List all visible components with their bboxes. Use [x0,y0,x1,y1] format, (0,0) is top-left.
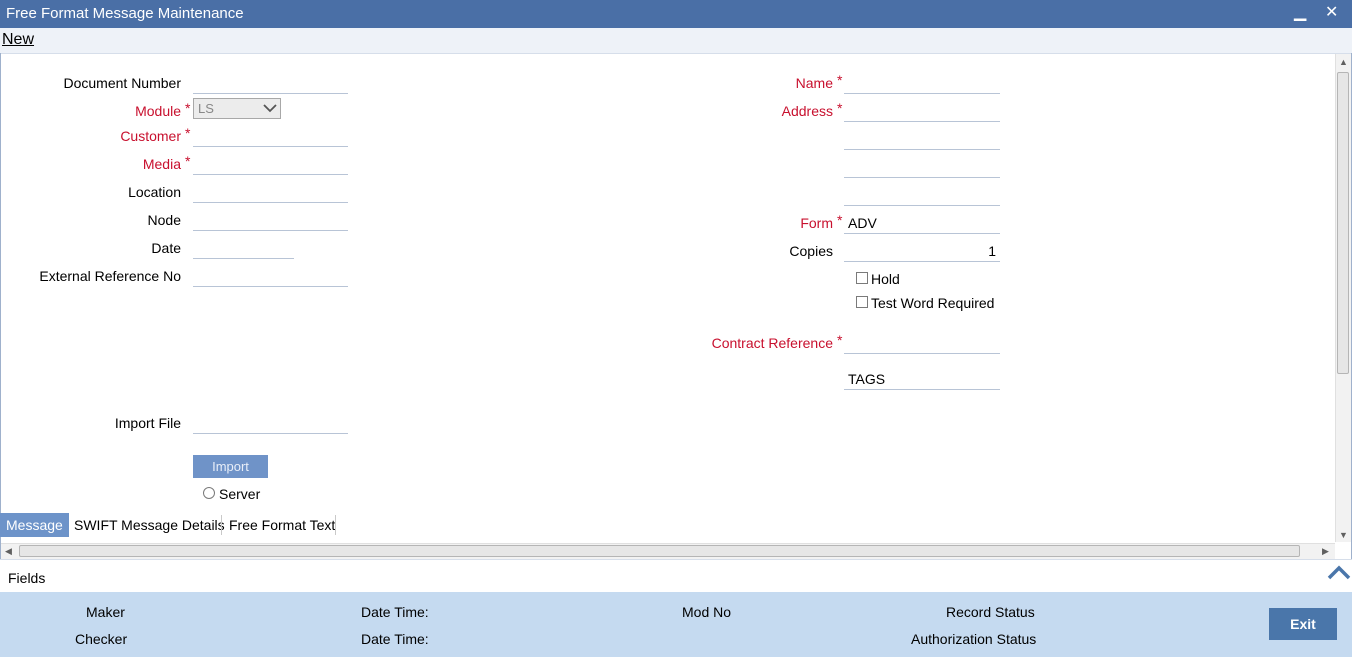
tab-swift-message-details[interactable]: SWIFT Message Details [68,513,231,537]
contract-reference-label: Contract Reference [711,335,833,351]
media-label: Media [142,156,181,172]
fields-label[interactable]: Fields [8,570,45,586]
close-icon[interactable]: ✕ [1325,2,1338,22]
scroll-down-icon[interactable]: ▼ [1339,530,1348,540]
contract-reference-input[interactable] [844,332,1000,354]
import-file-input[interactable] [193,412,348,434]
exit-button[interactable]: Exit [1269,608,1337,640]
chevron-up-icon[interactable] [1327,564,1351,580]
tab-divider [221,515,222,535]
maker-date-time-label: Date Time: [361,604,429,620]
chevron-down-icon [263,104,277,113]
address-line-2[interactable] [844,128,1000,150]
checker-label: Checker [75,631,128,647]
form-required-mark: * [837,212,843,228]
node-label: Node [147,212,181,228]
hold-checkbox[interactable] [856,272,868,284]
location-input[interactable] [193,181,348,203]
module-required-mark: * [185,100,191,116]
import-file-label: Import File [114,415,181,431]
vertical-scroll-thumb[interactable] [1337,72,1349,374]
hold-label: Hold [871,271,900,287]
location-label: Location [128,184,181,200]
checker-date-time-label: Date Time: [361,631,429,647]
audit-footer: Maker Checker Date Time: Date Time: Mod … [0,592,1352,657]
module-label: Module [135,103,181,119]
test-word-checkbox[interactable] [856,296,868,308]
tab-free-format-text[interactable]: Free Format Text [223,513,341,537]
contract-reference-required-mark: * [837,332,843,348]
node-input[interactable] [193,209,348,231]
external-reference-input[interactable] [193,265,348,287]
test-word-label: Test Word Required [871,295,995,311]
module-select-value: LS [198,101,214,116]
address-line-1[interactable] [844,100,1000,122]
server-label: Server [219,486,261,502]
server-radio[interactable] [203,487,215,499]
import-button[interactable]: Import [193,455,268,478]
address-line-4[interactable] [844,184,1000,206]
fields-bar: Fields [0,559,1352,593]
scroll-left-icon[interactable]: ◀ [5,546,12,557]
external-reference-label: External Reference No [39,268,181,284]
document-number-input[interactable] [193,72,348,94]
media-input[interactable] [193,153,348,175]
form-input[interactable] [844,212,1000,234]
record-status-label: Record Status [946,604,1035,620]
new-link[interactable]: New [2,31,34,49]
date-input[interactable] [193,237,294,259]
customer-label: Customer [120,128,181,144]
media-required-mark: * [185,153,191,169]
window-title: Free Format Message Maintenance [6,5,244,22]
tab-message[interactable]: Message [0,513,69,537]
address-label: Address [781,103,833,119]
form-label: Form [800,215,833,231]
maker-label: Maker [86,604,125,620]
customer-required-mark: * [185,125,191,141]
copies-label: Copies [789,243,833,259]
toolbar: New [0,28,1352,54]
mod-no-label: Mod No [682,604,732,620]
customer-input[interactable] [193,125,348,147]
tab-divider [335,515,336,535]
name-required-mark: * [837,72,843,88]
document-number-label: Document Number [63,75,182,91]
scroll-up-icon[interactable]: ▲ [1339,57,1348,67]
horizontal-scroll-thumb[interactable] [19,545,1300,557]
horizontal-scrollbar[interactable]: ◀ ▶ [1,543,1335,559]
name-label: Name [795,75,833,91]
authorization-status-label: Authorization Status [911,631,1037,647]
scroll-right-icon[interactable]: ▶ [1322,546,1329,557]
window-titlebar: Free Format Message Maintenance ▁ ✕ [0,0,1352,28]
module-select[interactable]: LS [193,98,281,119]
copies-input[interactable] [844,240,1000,262]
name-input[interactable] [844,72,1000,94]
minimize-icon[interactable]: ▁ [1294,2,1306,22]
tags-button[interactable]: TAGS [844,368,1000,390]
vertical-scrollbar[interactable]: ▲ ▼ [1335,54,1351,542]
address-required-mark: * [837,100,843,116]
date-label: Date [151,240,181,256]
address-line-3[interactable] [844,156,1000,178]
